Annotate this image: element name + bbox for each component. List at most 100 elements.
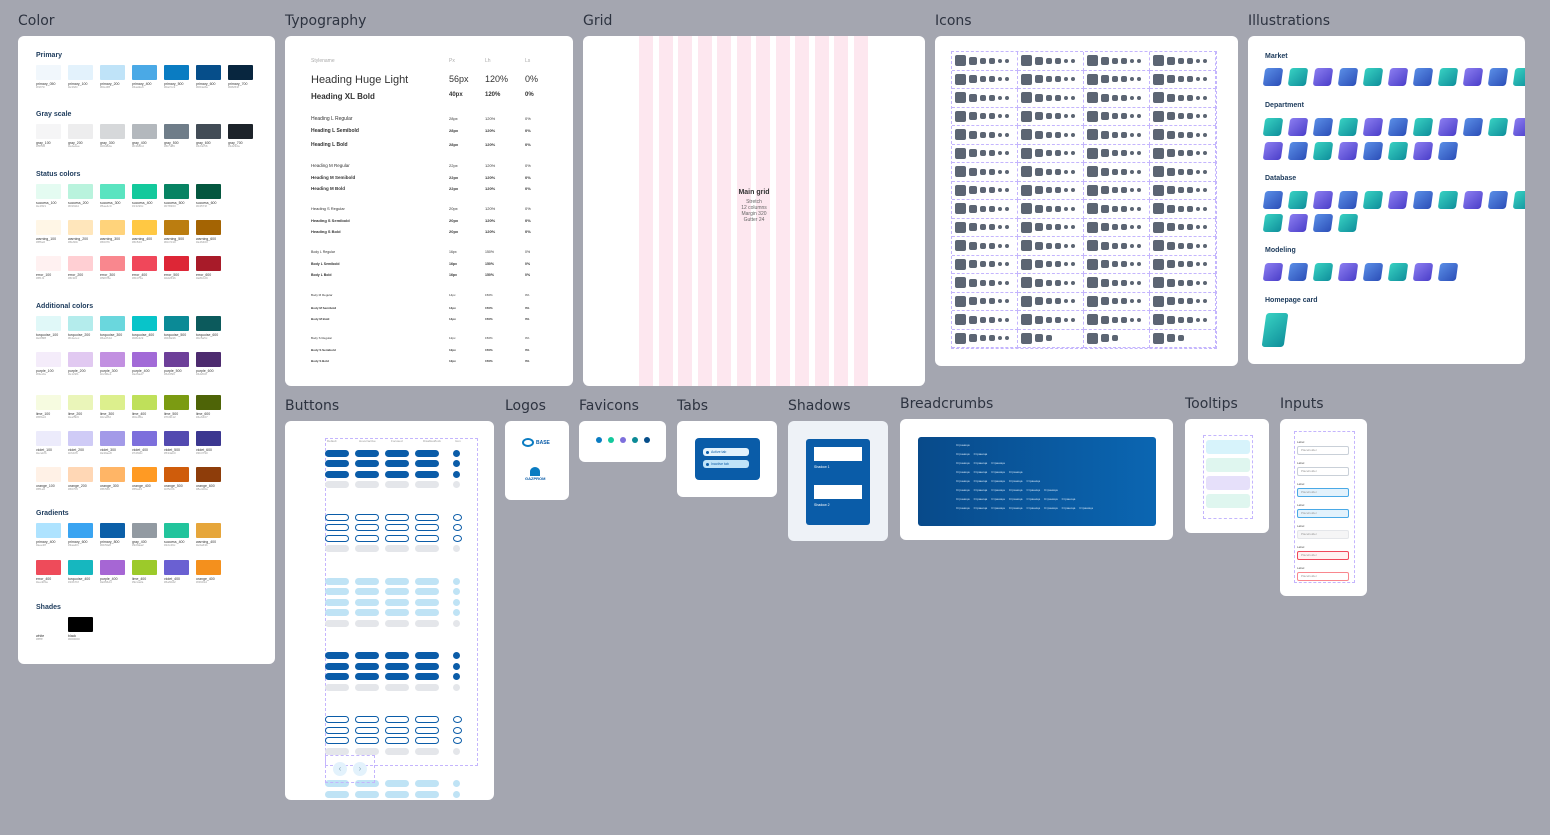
- sample-button[interactable]: [415, 545, 439, 553]
- color-swatch[interactable]: error_200 #ffcfd3: [68, 256, 93, 281]
- breadcrumb-item[interactable]: Страница: [974, 461, 988, 465]
- breadcrumb-item[interactable]: Страница: [991, 488, 1005, 492]
- breadcrumb-item[interactable]: Страница: [991, 479, 1005, 483]
- color-swatch[interactable]: lime_400 #9cca2a: [132, 560, 157, 585]
- sample-button[interactable]: [415, 780, 439, 788]
- sample-button[interactable]: [355, 534, 379, 542]
- input-field[interactable]: Placeholder: [1297, 551, 1349, 560]
- sample-button[interactable]: [385, 598, 409, 606]
- color-swatch[interactable]: success_100 #e4fbf1: [36, 184, 61, 209]
- breadcrumb-item[interactable]: Страница: [974, 452, 988, 456]
- sample-button[interactable]: [385, 524, 409, 532]
- icon-button[interactable]: [453, 652, 460, 660]
- input-field[interactable]: Placeholder: [1297, 467, 1349, 476]
- color-swatch[interactable]: turquoise_400 #16b7bf: [68, 560, 93, 585]
- sample-button[interactable]: [385, 534, 409, 542]
- breadcrumb-item[interactable]: Страница: [1009, 470, 1023, 474]
- icon-button[interactable]: [453, 737, 462, 745]
- color-swatch[interactable]: primary_400 #aee3ff: [36, 523, 61, 548]
- color-swatch[interactable]: orange_400 #f4901d: [196, 560, 221, 585]
- sample-button[interactable]: [385, 588, 409, 596]
- sample-button[interactable]: [415, 726, 439, 734]
- breadcrumb-item[interactable]: Страница: [974, 497, 988, 501]
- sample-button[interactable]: [355, 524, 379, 532]
- sample-button[interactable]: [325, 683, 349, 691]
- color-swatch[interactable]: purple_600 #4d2b6f: [196, 352, 221, 377]
- sample-button[interactable]: [325, 652, 349, 660]
- sample-button[interactable]: [385, 619, 409, 627]
- icon-button[interactable]: [453, 683, 460, 691]
- sample-button[interactable]: [415, 737, 439, 745]
- sample-button[interactable]: [325, 598, 349, 606]
- color-swatch[interactable]: primary_500 #0a7cc2: [164, 65, 189, 90]
- sample-button[interactable]: [325, 726, 349, 734]
- sample-button[interactable]: [415, 460, 439, 468]
- sample-button[interactable]: [385, 460, 409, 468]
- color-swatch[interactable]: error_600 #a81b29: [196, 256, 221, 281]
- breadcrumb-item[interactable]: Страница: [991, 497, 1005, 501]
- color-swatch[interactable]: purple_500 #6d3f99: [164, 352, 189, 377]
- sample-button[interactable]: [325, 577, 349, 585]
- color-swatch[interactable]: warning_600 #a46403: [196, 220, 221, 245]
- breadcrumb-item[interactable]: Страница: [1079, 506, 1093, 510]
- sample-button[interactable]: [355, 609, 379, 617]
- color-swatch[interactable]: orange_600 #8e3d0a: [196, 467, 221, 492]
- color-swatch[interactable]: orange_300 #ffb566: [100, 467, 125, 492]
- icon-button[interactable]: [453, 609, 460, 617]
- color-swatch[interactable]: gray_100 #f5f5f6: [36, 124, 61, 149]
- color-swatch[interactable]: lime_600 #4e6407: [196, 395, 221, 420]
- color-swatch[interactable]: error_500 #dd2636: [164, 256, 189, 281]
- icon-button[interactable]: [453, 449, 460, 457]
- sample-button[interactable]: [355, 545, 379, 553]
- color-swatch[interactable]: violet_400 #6a60d2: [164, 560, 189, 585]
- icon-button[interactable]: [453, 545, 460, 553]
- sample-button[interactable]: [415, 524, 439, 532]
- input-field[interactable]: Placeholder: [1297, 488, 1349, 497]
- icon-button[interactable]: [453, 524, 462, 532]
- color-swatch[interactable]: turquoise_200 #b4ecec: [68, 316, 93, 341]
- sample-button[interactable]: [325, 524, 349, 532]
- sample-button[interactable]: [415, 747, 439, 755]
- sample-button[interactable]: [325, 470, 349, 478]
- tab-inactive[interactable]: Inactive tab: [703, 460, 749, 468]
- icon-button[interactable]: [453, 481, 460, 489]
- color-swatch[interactable]: primary_600 #3aa4f1: [68, 523, 93, 548]
- color-swatch[interactable]: purple_300 #c290e1: [100, 352, 125, 377]
- icon-button[interactable]: [453, 726, 462, 734]
- color-swatch[interactable]: success_200 #b9f3dd: [68, 184, 93, 209]
- breadcrumb-item[interactable]: Страница: [956, 452, 970, 456]
- input-field[interactable]: Placeholder: [1297, 509, 1349, 518]
- color-swatch[interactable]: error_100 #fff1f1: [36, 256, 61, 281]
- color-swatch[interactable]: gray_300 #d6d8da: [100, 124, 125, 149]
- color-swatch[interactable]: purple_100 #f4ecfa: [36, 352, 61, 377]
- icon-button[interactable]: [453, 790, 460, 798]
- color-swatch[interactable]: turquoise_500 #0b8a96: [164, 316, 189, 341]
- color-swatch[interactable]: purple_200 #e1c9f1: [68, 352, 93, 377]
- sample-button[interactable]: [355, 588, 379, 596]
- sample-button[interactable]: [385, 481, 409, 489]
- sample-button[interactable]: [355, 726, 379, 734]
- breadcrumb-item[interactable]: Страница: [974, 479, 988, 483]
- breadcrumb-item[interactable]: Страница: [991, 506, 1005, 510]
- color-swatch[interactable]: orange_100 #fff1e6: [36, 467, 61, 492]
- sample-button[interactable]: [385, 737, 409, 745]
- color-swatch[interactable]: lime_500 #7b9b12: [164, 395, 189, 420]
- sample-button[interactable]: [385, 545, 409, 553]
- sample-button[interactable]: [325, 534, 349, 542]
- sample-button[interactable]: [325, 609, 349, 617]
- sample-button[interactable]: [355, 683, 379, 691]
- breadcrumb-item[interactable]: Страница: [991, 461, 1005, 465]
- sample-button[interactable]: [415, 577, 439, 585]
- color-swatch[interactable]: primary_700 #08263f: [228, 65, 253, 90]
- sample-button[interactable]: [385, 780, 409, 788]
- sample-button[interactable]: [385, 716, 409, 724]
- breadcrumb-item[interactable]: Страница: [1044, 497, 1058, 501]
- sample-button[interactable]: [355, 577, 379, 585]
- sample-button[interactable]: [325, 673, 349, 681]
- sample-button[interactable]: [385, 747, 409, 755]
- icon-button[interactable]: [453, 747, 460, 755]
- icon-button[interactable]: [453, 513, 462, 521]
- next-arrow-button[interactable]: ›: [353, 762, 367, 776]
- breadcrumb-item[interactable]: Страница: [956, 488, 970, 492]
- color-swatch[interactable]: orange_400 #ff9a23: [132, 467, 157, 492]
